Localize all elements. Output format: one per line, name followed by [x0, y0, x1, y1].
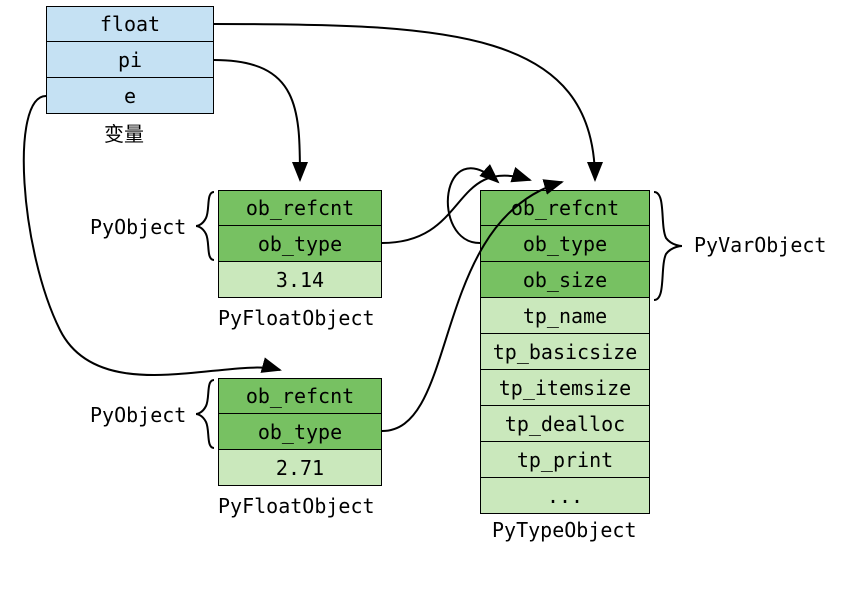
pi-type: ob_type [218, 226, 382, 262]
e-refcnt: ob_refcnt [218, 378, 382, 414]
variables-box: float pi e [46, 6, 214, 114]
type-print: tp_print [480, 442, 650, 478]
type-obtype: ob_type [480, 226, 650, 262]
pyfloat-pi-box: ob_refcnt ob_type 3.14 [218, 190, 382, 298]
type-name: tp_name [480, 298, 650, 334]
e-value: 2.71 [218, 450, 382, 486]
type-obsize: ob_size [480, 262, 650, 298]
pytype-box: ob_refcnt ob_type ob_size tp_name tp_bas… [480, 190, 650, 514]
pytype-caption: PyTypeObject [492, 518, 637, 542]
pyfloat-e-caption: PyFloatObject [218, 494, 375, 518]
var-pi: pi [46, 42, 214, 78]
pi-value: 3.14 [218, 262, 382, 298]
variables-caption: 变量 [104, 118, 144, 147]
type-basicsize: tp_basicsize [480, 334, 650, 370]
pyfloat-e-box: ob_refcnt ob_type 2.71 [218, 378, 382, 486]
type-dealloc: tp_dealloc [480, 406, 650, 442]
var-float: float [46, 6, 214, 42]
pyobject-label-e: PyObject [90, 403, 186, 427]
pyobject-label-pi: PyObject [90, 215, 186, 239]
pyvarobject-label: PyVarObject [694, 233, 826, 257]
type-refcnt: ob_refcnt [480, 190, 650, 226]
pi-refcnt: ob_refcnt [218, 190, 382, 226]
type-ellipsis: ... [480, 478, 650, 514]
e-type: ob_type [218, 414, 382, 450]
type-itemsize: tp_itemsize [480, 370, 650, 406]
var-e: e [46, 78, 214, 114]
pyfloat-pi-caption: PyFloatObject [218, 306, 375, 330]
